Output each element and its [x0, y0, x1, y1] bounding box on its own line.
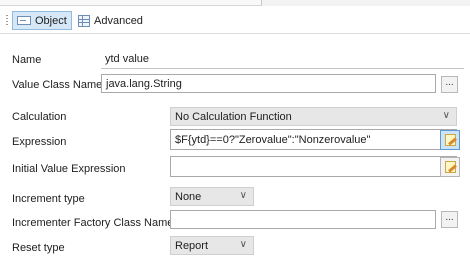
- expression-label: Expression: [12, 136, 67, 148]
- name-label: Name: [12, 54, 42, 66]
- properties-tab-bar: Object Advanced: [0, 6, 470, 34]
- incrementer-factory-field[interactable]: [170, 210, 436, 229]
- calculation-select[interactable]: No Calculation Function ∨: [170, 107, 457, 126]
- reset-type-label: Reset type: [12, 242, 65, 254]
- increment-type-value: None: [175, 190, 202, 203]
- initial-value-expression-label: Initial Value Expression: [12, 163, 126, 175]
- chevron-down-icon: ∨: [442, 110, 450, 121]
- toolbar-grip: [6, 15, 8, 27]
- value-class-name-field[interactable]: java.lang.String: [101, 74, 436, 93]
- chevron-down-icon: ∨: [239, 239, 247, 250]
- chevron-down-icon: ∨: [239, 190, 247, 201]
- tab-advanced-label: Advanced: [94, 14, 143, 27]
- initial-value-expression-field[interactable]: ∧∨: [170, 156, 457, 177]
- name-field[interactable]: ytd value: [101, 50, 464, 69]
- object-icon: [17, 16, 31, 25]
- expression-field[interactable]: $F{ytd}==0?"Zerovalue":"Nonzerovalue" ∧∨: [170, 129, 457, 150]
- value-class-name-label: Value Class Name: [12, 79, 103, 91]
- expression-editor-button[interactable]: [440, 130, 460, 150]
- expression-value: $F{ytd}==0?"Zerovalue":"Nonzerovalue": [175, 133, 371, 146]
- grid-icon: [78, 14, 90, 27]
- incrementer-factory-label: Incrementer Factory Class Name: [12, 217, 174, 229]
- increment-type-select[interactable]: None ∨: [170, 187, 254, 206]
- calculation-label: Calculation: [12, 111, 67, 123]
- calculation-value: No Calculation Function: [175, 110, 292, 123]
- increment-type-label: Increment type: [12, 193, 85, 205]
- reset-type-select[interactable]: Report ∨: [170, 236, 254, 255]
- tab-advanced[interactable]: Advanced: [76, 11, 146, 30]
- tab-object[interactable]: Object: [12, 11, 72, 30]
- reset-type-value: Report: [175, 239, 209, 252]
- initial-value-editor-button[interactable]: [440, 157, 460, 177]
- tab-object-label: Object: [35, 14, 67, 27]
- value-class-browse-button[interactable]: ...: [441, 76, 458, 93]
- incrementer-factory-browse-button[interactable]: ...: [441, 211, 458, 228]
